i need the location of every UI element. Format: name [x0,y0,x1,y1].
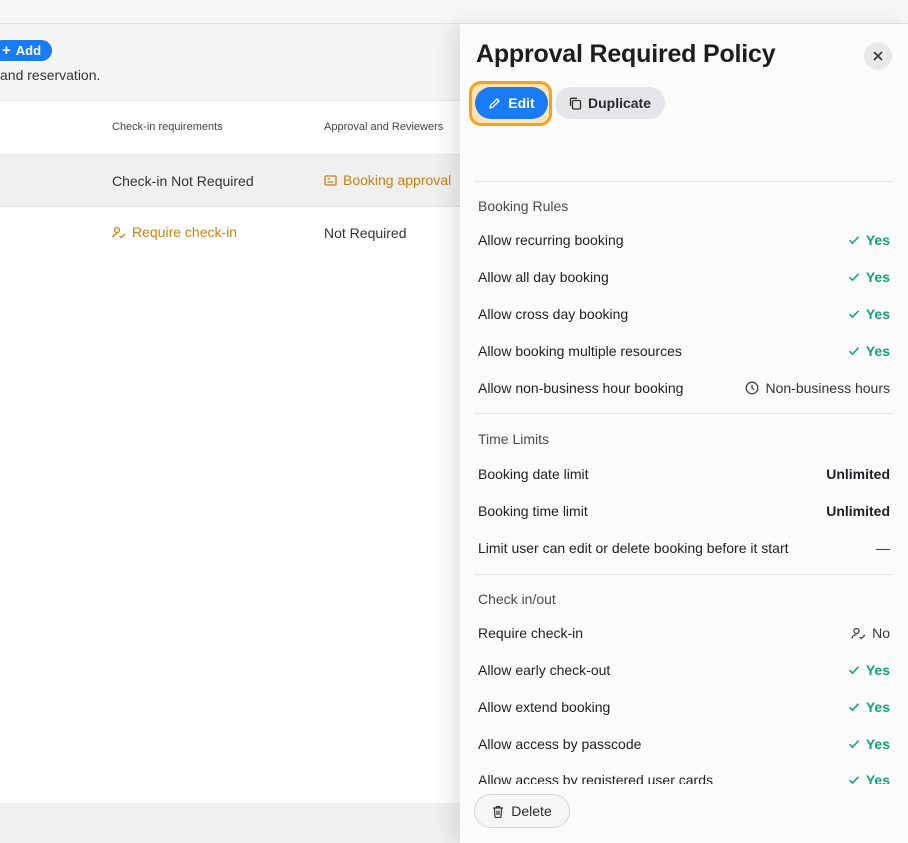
rule-value-text: Yes [865,306,890,322]
rule-label: Require check-in [478,625,584,641]
pencil-icon [489,97,500,109]
top-bar [0,0,908,24]
trash-icon [493,805,504,818]
rule-value-text: Yes [865,662,890,678]
table-cell-checkin: Require check-in [112,224,237,240]
page-description: and reservation. [0,67,101,83]
divider [474,181,893,182]
close-icon [873,51,883,61]
rule-value-text: Yes [865,269,890,285]
rule-label: Allow extend booking [478,699,611,715]
rule-value: Yes [848,269,890,285]
check-icon [848,273,859,282]
rule-label: Allow booking multiple resources [478,343,682,359]
table-cell-approval: Not Required [324,225,407,241]
copy-icon [569,97,582,110]
delete-button-label: Delete [511,803,552,819]
check-icon [848,236,859,245]
rule-label: Allow recurring booking [478,232,624,248]
table-cell-approval: Booking approval [324,172,451,188]
check-icon [848,776,859,784]
rule-label: Booking time limit [478,503,588,519]
rule-value-text: Yes [865,343,890,359]
section-title-time-limits: Time Limits [478,431,550,447]
booking-approval-label: Booking approval [343,172,452,188]
check-icon [848,703,859,712]
rule-value: Yes [848,699,890,715]
section-title-check-in-out: Check in/out [478,591,556,607]
rule-label: Allow access by passcode [478,736,642,752]
check-icon [848,666,859,675]
divider [474,574,893,575]
drawer-title: Approval Required Policy [476,40,776,68]
rule-value-text: Yes [865,772,890,784]
rule-value-text: Non-business hours [765,380,890,396]
rule-label: Allow access by registered user cards [478,772,713,784]
rule-label: Allow all day booking [478,269,609,285]
rule-value: No [851,625,890,641]
rule-label: Allow early check-out [478,662,611,678]
user-check-icon [112,226,126,238]
user-check-icon [851,627,866,639]
close-button[interactable] [864,42,892,70]
add-button[interactable]: + Add [0,40,53,61]
check-icon [848,310,859,319]
divider [474,413,893,414]
rule-value: Yes [848,772,890,784]
rule-value-text: Yes [865,699,890,715]
rule-value: Yes [848,306,890,322]
column-header-approval: Approval and Reviewers [324,121,444,133]
add-button-label: Add [15,43,42,58]
rule-value-text: Yes [865,736,890,752]
rule-label: Allow cross day booking [478,306,629,322]
check-icon [848,347,859,356]
rule-value: Yes [848,232,890,248]
duplicate-button[interactable]: Duplicate [555,87,665,119]
booking-approval-icon [324,174,337,186]
edit-button[interactable]: Edit [475,87,548,119]
rule-value: Yes [848,343,890,359]
column-header-checkin: Check-in requirements [112,121,223,133]
rule-value: Yes [848,662,890,678]
edit-button-label: Edit [508,95,535,111]
require-checkin-label: Require check-in [132,224,238,240]
rule-value: Yes [848,736,890,752]
check-icon [848,740,859,749]
duplicate-button-label: Duplicate [587,95,651,111]
rule-value-text: Yes [865,232,890,248]
clipped-row: Allow access by registered user cards Ye… [460,768,908,784]
rule-label: Allow non-business hour booking [478,380,684,396]
delete-button[interactable]: Delete [474,794,570,828]
table-cell-checkin: Check-in Not Required [112,173,254,189]
plus-icon: + [2,42,11,59]
section-title-booking-rules: Booking Rules [478,198,569,214]
rule-value: Unlimited [826,503,890,519]
clock-icon [746,381,759,395]
rule-value-text: No [872,625,890,641]
rule-label: Limit user can edit or delete booking be… [478,540,789,556]
rule-value: — [876,540,890,556]
rule-label: Booking date limit [478,466,589,482]
rule-value: Unlimited [826,466,890,482]
rule-value: Non-business hours [745,380,890,396]
